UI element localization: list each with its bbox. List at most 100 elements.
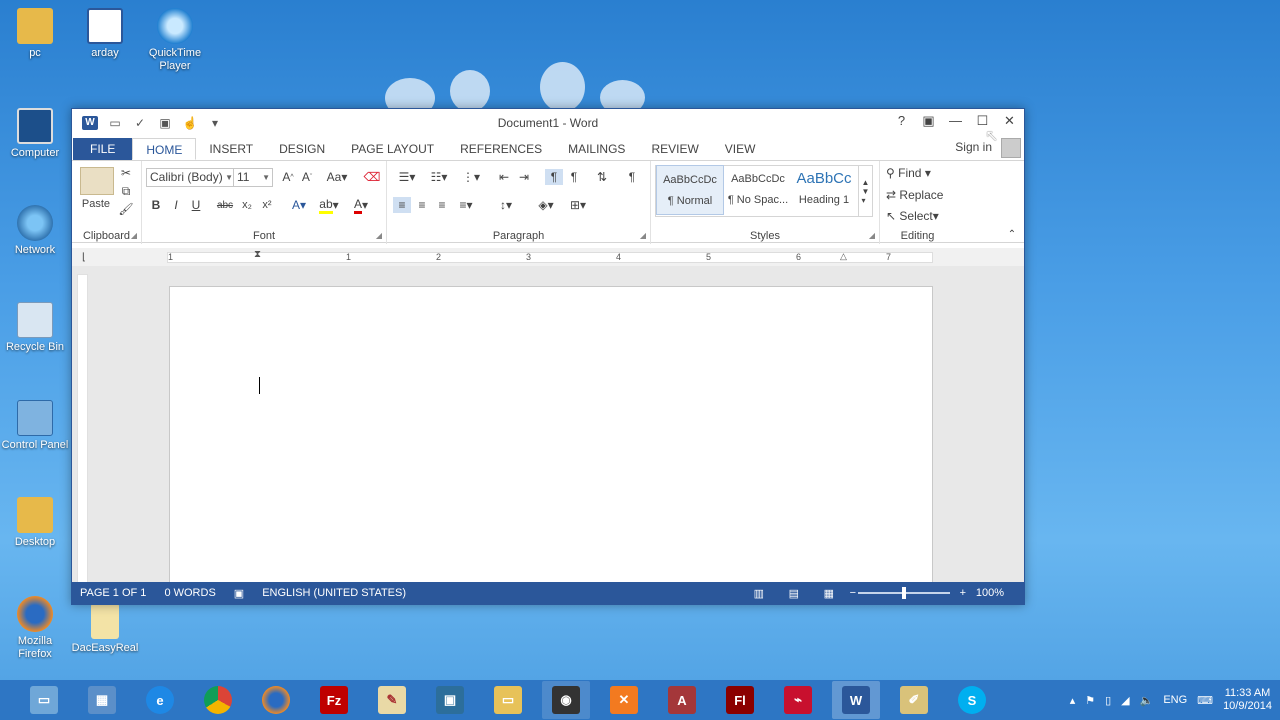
taskbar-folder[interactable]: ▭ — [484, 681, 532, 719]
shading-icon[interactable]: ◈▾ — [531, 197, 561, 213]
horizontal-ruler[interactable]: 1 1 2 3 4 5 6 7 ⧗ △ — [167, 249, 933, 263]
print-layout-icon[interactable]: ▤ — [789, 587, 799, 600]
tab-page-layout[interactable]: PAGE LAYOUT — [338, 138, 447, 160]
taskbar-word[interactable]: W — [832, 681, 880, 719]
taskbar-explorer[interactable]: ▭ — [20, 681, 68, 719]
language-status[interactable]: ENGLISH (UNITED STATES) — [262, 587, 406, 599]
taskbar-acrobat[interactable]: ⌁ — [774, 681, 822, 719]
paste-icon[interactable] — [80, 167, 114, 195]
change-case-button[interactable]: Aa ▾ — [324, 169, 350, 185]
clear-formatting-icon[interactable]: ⌫ — [364, 169, 381, 185]
desktop-icon-pc[interactable]: pc — [0, 8, 70, 60]
desktop-icon-quicktime[interactable]: QuickTime Player — [140, 8, 210, 73]
desktop-icon-recycle-bin[interactable]: Recycle Bin — [0, 302, 70, 354]
vertical-ruler[interactable] — [77, 274, 88, 583]
desktop-icon-desktop[interactable]: Desktop — [0, 497, 70, 549]
collapse-ribbon-icon[interactable]: ⌃ — [1006, 228, 1018, 240]
desktop-icon-network[interactable]: Network — [0, 205, 70, 257]
format-painter-icon[interactable]: 🖌 — [118, 201, 134, 217]
highlight-icon[interactable]: ab ▾ — [316, 197, 342, 214]
superscript-button[interactable]: x² — [258, 197, 276, 213]
italic-button[interactable]: I — [168, 197, 184, 213]
font-family-select[interactable]: Calibri (Body) ▼ — [146, 168, 236, 187]
page-count[interactable]: PAGE 1 OF 1 — [80, 587, 146, 599]
tab-view[interactable]: VIEW — [712, 138, 769, 160]
taskbar-skype[interactable]: S — [948, 681, 996, 719]
right-indent-marker[interactable]: △ — [840, 251, 847, 262]
align-right-icon[interactable]: ≡ — [433, 197, 451, 213]
tab-file[interactable]: FILE — [73, 138, 133, 160]
zoom-level[interactable]: 100% — [976, 587, 1004, 599]
subscript-button[interactable]: x₂ — [238, 197, 256, 213]
grow-font-icon[interactable]: A ^ — [280, 169, 296, 185]
taskbar-media[interactable]: ▣ — [426, 681, 474, 719]
copy-icon[interactable]: ⧉ — [118, 183, 134, 199]
dialog-launcher-icon[interactable]: ◢ — [869, 231, 875, 240]
taskbar-filezilla[interactable]: Fz — [310, 681, 358, 719]
styles-scroll[interactable]: ▲ ▼ ▾ — [858, 166, 872, 216]
strikethrough-button[interactable]: abc — [214, 197, 236, 213]
zoom-in-button[interactable]: + — [960, 587, 966, 599]
clock[interactable]: 11:33 AM 10/9/2014 — [1223, 687, 1272, 713]
dialog-launcher-icon[interactable]: ◢ — [640, 231, 646, 240]
tab-review[interactable]: REVIEW — [638, 138, 711, 160]
volume-icon[interactable]: 🔈 — [1140, 694, 1154, 707]
decrease-indent-icon[interactable]: ⇤ — [495, 169, 513, 185]
show-marks-icon[interactable]: ¶ — [623, 169, 641, 185]
bullets-icon[interactable]: ☰▾ — [393, 169, 421, 185]
bold-button[interactable]: B — [148, 197, 164, 213]
text-effects-icon[interactable]: A▾ — [286, 197, 312, 213]
line-spacing-icon[interactable]: ↕▾ — [493, 197, 519, 213]
word-count[interactable]: 0 WORDS — [164, 587, 215, 599]
increase-indent-icon[interactable]: ⇥ — [515, 169, 533, 185]
spelling-icon[interactable]: ✓ — [132, 116, 148, 130]
document-page[interactable] — [169, 286, 933, 583]
style-no-spacing[interactable]: AaBbCcDc ¶ No Spac... — [724, 165, 792, 215]
show-hidden-icons[interactable]: ▴ — [1070, 694, 1076, 707]
taskbar-chrome[interactable] — [194, 681, 242, 719]
tab-design[interactable]: DESIGN — [266, 138, 338, 160]
minimize-button[interactable]: — — [947, 113, 964, 129]
ribbon-display-options-icon[interactable]: ▣ — [920, 113, 937, 129]
font-size-select[interactable]: 11 ▼ — [233, 168, 273, 187]
align-left-icon[interactable]: ≡ — [393, 197, 411, 213]
battery-icon[interactable]: ▯ — [1105, 694, 1111, 707]
justify-icon[interactable]: ≡▾ — [453, 197, 479, 213]
cut-icon[interactable]: ✂ — [118, 165, 134, 181]
desktop-icon-computer[interactable]: Computer — [0, 108, 70, 160]
taskbar-firefox[interactable] — [252, 681, 300, 719]
word-logo-icon[interactable]: W — [82, 115, 98, 130]
numbering-icon[interactable]: ☷▾ — [425, 169, 453, 185]
proofing-icon[interactable]: ▣ — [234, 587, 244, 600]
avatar[interactable] — [1001, 138, 1021, 158]
language-indicator[interactable]: ENG — [1163, 694, 1187, 706]
taskbar-ie[interactable]: e — [136, 681, 184, 719]
taskbar-access[interactable]: A — [658, 681, 706, 719]
action-center-icon[interactable]: ⚑ — [1085, 694, 1095, 707]
help-button[interactable]: ? — [893, 113, 910, 129]
dialog-launcher-icon[interactable]: ◢ — [131, 231, 137, 240]
desktop-icon-arday[interactable]: arday — [70, 8, 140, 60]
taskbar-control-panel[interactable]: ▦ — [78, 681, 126, 719]
shrink-font-icon[interactable]: Aˇ — [299, 169, 315, 185]
taskbar-xampp[interactable]: ✕ — [600, 681, 648, 719]
indent-marker[interactable]: ⧗ — [254, 249, 261, 260]
tab-insert[interactable]: INSERT — [196, 138, 266, 160]
taskbar-paint[interactable]: ✎ — [368, 681, 416, 719]
ltr-icon[interactable]: ¶ — [545, 169, 563, 185]
tab-mailings[interactable]: MAILINGS — [555, 138, 638, 160]
style-heading-1[interactable]: AaBbCc Heading 1 — [792, 165, 856, 215]
font-color-icon[interactable]: A ▾ — [348, 197, 374, 214]
tab-home[interactable]: HOME — [132, 138, 197, 160]
save-icon[interactable]: ▣ — [157, 116, 173, 130]
desktop-icon-daceasyreal[interactable]: DacEasyReal — [70, 603, 140, 655]
taskbar-camera[interactable]: ◉ — [542, 681, 590, 719]
network-icon[interactable]: ◢ — [1121, 694, 1129, 707]
find-button[interactable]: ⚲ Find ▾ — [886, 165, 948, 181]
tab-references[interactable]: REFERENCES — [447, 138, 555, 160]
desktop-icon-firefox[interactable]: Mozilla Firefox — [0, 596, 70, 661]
multilevel-list-icon[interactable]: ⋮▾ — [457, 169, 485, 185]
customize-qat-icon[interactable]: ▾ — [207, 116, 223, 130]
close-button[interactable]: ✕ — [1001, 113, 1018, 129]
select-button[interactable]: ↖ Select ▾ — [886, 208, 952, 224]
